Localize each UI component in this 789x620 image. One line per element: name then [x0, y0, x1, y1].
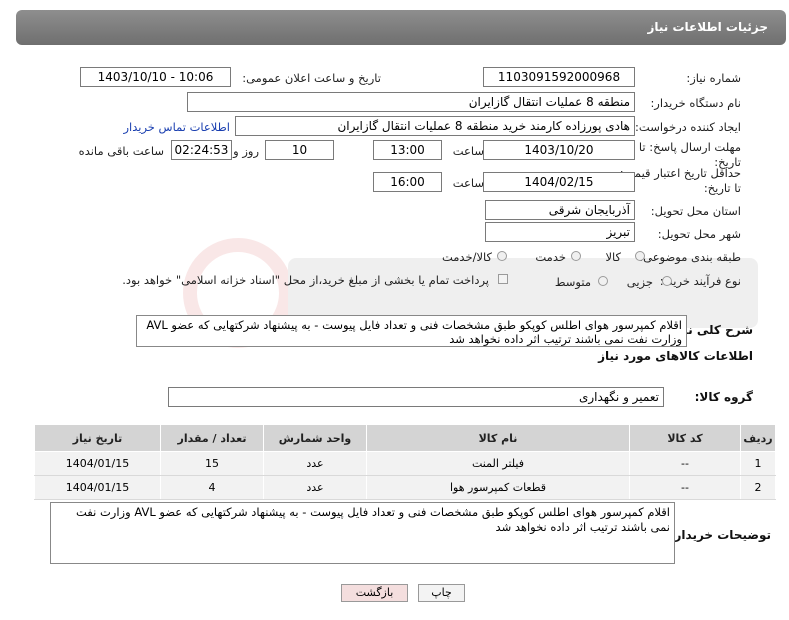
province-field: آذربایجان شرقی: [485, 200, 635, 220]
requester-field: هادی پورزاده کارمند خرید منطقه 8 عملیات …: [235, 116, 635, 136]
unit-cell: عدد: [263, 475, 367, 500]
price-date-field: 1404/02/15: [483, 172, 635, 192]
goods-section-title: اطلاعات کالاهای مورد نیاز: [598, 349, 753, 363]
table-row: 2 -- قطعات کمپرسور هوا عدد 4 1404/01/15: [34, 475, 776, 500]
category-goods-label: کالا: [605, 250, 621, 264]
page-title: جزئیات اطلاعات نیاز: [647, 20, 768, 34]
buyer-field: منطقه 8 عملیات انتقال گازایران: [187, 92, 635, 112]
col-unit: واحد شمارش: [263, 424, 367, 452]
buyer-notes-textarea[interactable]: اقلام کمپرسور هوای اطلس کوپکو طبق مشخصات…: [50, 502, 675, 564]
requester-label: ایجاد کننده درخواست:: [635, 120, 741, 134]
treasury-payment-checkbox[interactable]: [498, 274, 508, 284]
quantity-cell: 15: [160, 451, 264, 476]
item-name-cell: فیلتر المنت: [366, 451, 630, 476]
quantity-cell: 4: [160, 475, 264, 500]
price-time-field: 16:00: [373, 172, 442, 192]
category-service-radio[interactable]: [571, 251, 581, 261]
announce-date-label: تاریخ و ساعت اعلان عمومی:: [242, 71, 381, 85]
item-code-cell: --: [629, 451, 741, 476]
process-medium-label: متوسط: [554, 275, 591, 289]
treasury-payment-note: پرداخت تمام یا بخشی از مبلغ خرید،از محل …: [122, 273, 489, 287]
price-time-word: ساعت: [452, 176, 484, 190]
need-date-cell: 1404/01/15: [34, 451, 161, 476]
table-row: 1 -- فیلتر المنت عدد 15 1404/01/15: [34, 451, 776, 476]
unit-cell: عدد: [263, 451, 367, 476]
item-name-cell: قطعات کمپرسور هوا: [366, 475, 630, 500]
days-field: 10: [265, 140, 334, 160]
remaining-word: ساعت باقی مانده: [78, 144, 164, 158]
deadline-time-word: ساعت: [452, 144, 484, 158]
province-label: استان محل تحویل:: [650, 204, 741, 218]
goods-group-field: تعمیر و نگهداری: [168, 387, 664, 407]
need-number-field: 1103091592000968: [483, 67, 635, 87]
process-minor-radio[interactable]: [662, 276, 672, 286]
col-quantity: تعداد / مقدار: [160, 424, 264, 452]
page-header-bar: جزئیات اطلاعات نیاز: [16, 10, 786, 45]
days-word: روز و: [233, 144, 259, 158]
process-medium-radio[interactable]: [598, 276, 608, 286]
category-goods-radio[interactable]: [635, 251, 645, 261]
col-item-code: کد کالا: [629, 424, 741, 452]
category-label: طبقه بندی موضوعی:: [639, 250, 741, 264]
buyer-notes-label: توضیحات خریدار:: [669, 528, 771, 542]
category-service-label: خدمت: [535, 250, 566, 264]
table-header-row: ردیف کد کالا نام کالا واحد شمارش تعداد /…: [34, 424, 776, 452]
city-label: شهر محل تحویل:: [657, 227, 741, 241]
item-code-cell: --: [629, 475, 741, 500]
need-date-cell: 1404/01/15: [34, 475, 161, 500]
print-button[interactable]: چاپ: [418, 584, 465, 602]
goods-table: ردیف کد کالا نام کالا واحد شمارش تعداد /…: [34, 424, 776, 500]
back-button[interactable]: بازگشت: [341, 584, 408, 602]
col-need-date: تاریخ نیاز: [34, 424, 161, 452]
deadline-date-field: 1403/10/20: [483, 140, 635, 160]
city-field: تبریز: [485, 222, 635, 242]
col-item-name: نام کالا: [366, 424, 630, 452]
goods-group-label: گروه کالا:: [694, 390, 753, 404]
remaining-time-field: 02:24:53: [171, 140, 232, 160]
need-number-label: شماره نیاز:: [686, 71, 741, 85]
deadline-time-field: 13:00: [373, 140, 442, 160]
row-number-cell: 2: [740, 475, 776, 500]
process-minor-label: جزیی: [626, 275, 653, 289]
row-number-cell: 1: [740, 451, 776, 476]
summary-textarea[interactable]: اقلام کمپرسور هوای اطلس کوپکو طبق مشخصات…: [136, 315, 687, 347]
category-goods-service-radio[interactable]: [497, 251, 507, 261]
category-goods-service-label: کالا/خدمت: [441, 250, 492, 264]
buyer-label: نام دستگاه خریدار:: [650, 96, 741, 110]
col-row-number: ردیف: [740, 424, 776, 452]
buyer-contact-link[interactable]: اطلاعات تماس خریدار: [123, 120, 230, 134]
announce-date-field: 1403/10/10 - 10:06: [80, 67, 231, 87]
